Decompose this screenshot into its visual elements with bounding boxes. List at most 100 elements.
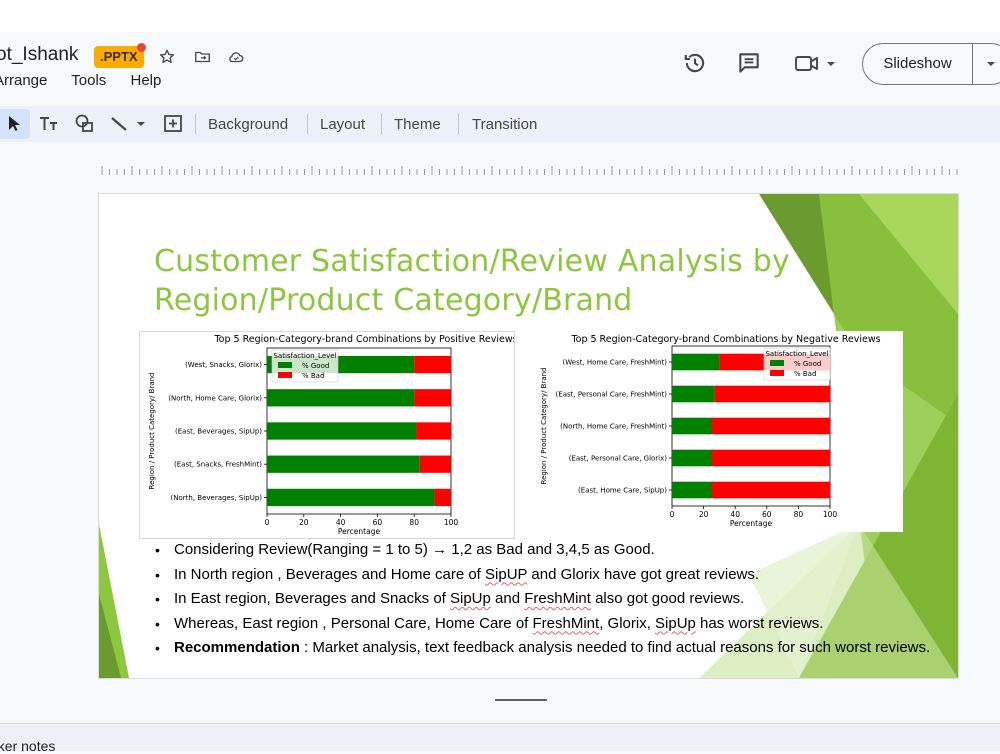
- toolbar-divider: [307, 114, 308, 134]
- bar-good: [672, 417, 712, 435]
- toolbar-divider: [458, 114, 459, 134]
- shape-icon[interactable]: [74, 112, 96, 136]
- negative-reviews-chart[interactable]: Top 5 Region-Category-brand Combinations…: [535, 331, 903, 532]
- legend-label: % Good: [302, 362, 329, 370]
- spellcheck-flagged-word: SipUp: [655, 614, 696, 632]
- bar-good: [267, 488, 435, 507]
- bullet-text: and: [490, 590, 525, 607]
- bullet-item: In East region, Beverages and Snacks of …: [155, 587, 945, 612]
- bullet-list: Considering Review(Ranging = 1 to 5) → 1…: [155, 538, 945, 661]
- background-button[interactable]: Background: [208, 112, 288, 136]
- app-header: ot_Ishank .PPTX Arrange Tools Help Slide…: [0, 32, 1000, 102]
- x-tick-label: 40: [730, 510, 740, 519]
- x-tick-label: 40: [336, 518, 346, 527]
- y-tick-label: (East, Personal Care, Glorix): [569, 455, 668, 463]
- y-tick-label: (North, Beverages, SipUp): [171, 494, 263, 502]
- select-tool-button[interactable]: [0, 109, 30, 139]
- toolbar-divider: [381, 114, 382, 134]
- bullet-item: In North region , Beverages and Home car…: [155, 563, 945, 588]
- x-tick-label: 80: [794, 510, 804, 519]
- star-icon[interactable]: [156, 46, 178, 68]
- slideshow-dropdown[interactable]: [972, 43, 1000, 85]
- x-tick-label: 60: [373, 518, 383, 527]
- line-icon[interactable]: [108, 112, 152, 136]
- y-tick-label: (East, Snacks, FreshMint): [174, 461, 262, 469]
- y-tick-label: (North, Home Care, Glorix): [168, 394, 262, 402]
- notification-dot: [137, 43, 146, 52]
- add-comment-icon[interactable]: [162, 112, 184, 136]
- toolbar-divider: [195, 114, 196, 134]
- speaker-notes-panel[interactable]: aker notes: [0, 723, 1000, 754]
- menu-arrange[interactable]: Arrange: [0, 72, 47, 89]
- bullet-item: Recommendation : Market analysis, text f…: [155, 636, 945, 661]
- bullet-item: Considering Review(Ranging = 1 to 5) → 1…: [155, 538, 945, 563]
- y-tick-label: (North, Home Care, FreshMint): [560, 423, 667, 431]
- spellcheck-flagged-word: FreshMint: [524, 590, 591, 607]
- bar-bad: [714, 385, 830, 403]
- slide-title: Customer Satisfaction/Review Analysis by…: [154, 244, 790, 318]
- y-axis-label: Region / Product Category/ Brand: [148, 373, 156, 490]
- x-tick-label: 60: [762, 510, 772, 519]
- spellcheck-flagged-word: FreshMint: [532, 614, 600, 632]
- x-tick-label: 0: [670, 510, 675, 519]
- horizontal-ruler[interactable]: [100, 164, 958, 176]
- x-axis-label: Percentage: [338, 527, 381, 536]
- bar-bad: [416, 422, 451, 440]
- y-axis-label: Region / Product Category/ Brand: [540, 368, 548, 485]
- bar-bad: [419, 455, 451, 473]
- chart-title: Top 5 Region-Category-brand Combinations…: [213, 334, 514, 345]
- x-tick-label: 80: [409, 518, 419, 527]
- bullet-text: Whereas, East region , Personal Care, Ho…: [174, 614, 533, 632]
- speaker-notes-label: aker notes: [0, 738, 56, 754]
- layout-button[interactable]: Layout: [320, 112, 365, 136]
- y-tick-label: (West, Snacks, Glorix): [185, 361, 262, 369]
- bullet-item: Whereas, East region , Personal Care, Ho…: [155, 612, 945, 637]
- spellcheck-flagged-word: SipUP: [485, 565, 528, 583]
- browser-top-strip: [0, 0, 1000, 33]
- legend-label: % Bad: [794, 370, 816, 378]
- bullet-text: , Glorix,: [599, 614, 656, 632]
- bar-bad: [414, 389, 451, 407]
- meet-call-button[interactable]: [793, 50, 839, 78]
- legend-label: % Good: [794, 360, 821, 368]
- filmstrip-resize-handle[interactable]: [495, 699, 547, 701]
- legend-swatch: [770, 360, 784, 366]
- y-tick-label: (East, Beverages, SipUp): [175, 428, 262, 436]
- bullet-text: has worst reviews.: [695, 614, 824, 632]
- slide[interactable]: Customer Satisfaction/Review Analysis by…: [99, 194, 958, 678]
- chart-title: Top 5 Region-Category-brand Combinations…: [570, 334, 880, 345]
- bullet-text: also got good reviews.: [590, 590, 745, 607]
- x-axis-label: Percentage: [730, 519, 773, 528]
- spellcheck-flagged-word: SipUp: [450, 590, 491, 607]
- slideshow-button[interactable]: Slideshow: [862, 43, 972, 85]
- menu-help[interactable]: Help: [130, 72, 161, 89]
- bullet-text: and Glorix have got great reviews.: [527, 565, 760, 583]
- bullet-text: : Market analysis, text feedback analysi…: [299, 639, 931, 656]
- menu-tools[interactable]: Tools: [71, 72, 106, 89]
- y-tick-label: (West, Home Care, FreshMint): [563, 359, 668, 367]
- cloud-saved-icon[interactable]: [225, 46, 247, 68]
- x-tick-label: 20: [699, 510, 709, 519]
- legend-swatch: [770, 370, 784, 376]
- bar-bad: [711, 449, 830, 467]
- bar-good: [267, 389, 415, 407]
- move-folder-icon[interactable]: [191, 46, 213, 68]
- bar-good: [672, 385, 715, 403]
- x-tick-label: 0: [265, 518, 270, 527]
- bar-good: [267, 422, 417, 440]
- bar-bad: [711, 417, 830, 435]
- x-tick-label: 100: [823, 510, 838, 519]
- legend-title: Satisfaction_Level: [273, 352, 336, 360]
- menu-bar: Arrange Tools Help: [0, 72, 181, 89]
- positive-reviews-chart[interactable]: Top 5 Region-Category-brand Combinations…: [139, 331, 518, 539]
- bullet-text: In North region , Beverages and Home car…: [174, 565, 486, 583]
- legend-swatch: [278, 372, 292, 378]
- theme-button[interactable]: Theme: [394, 112, 441, 136]
- text-box-icon[interactable]: [38, 112, 60, 136]
- bullet-text: Considering Review(Ranging = 1 to 5) → 1…: [174, 541, 655, 558]
- bullet-text: In East region, Beverages and Snacks of: [174, 590, 450, 607]
- version-history-icon[interactable]: [682, 50, 710, 78]
- comments-icon[interactable]: [736, 50, 764, 78]
- transition-button[interactable]: Transition: [472, 112, 537, 136]
- document-title[interactable]: ot_Ishank: [0, 44, 78, 66]
